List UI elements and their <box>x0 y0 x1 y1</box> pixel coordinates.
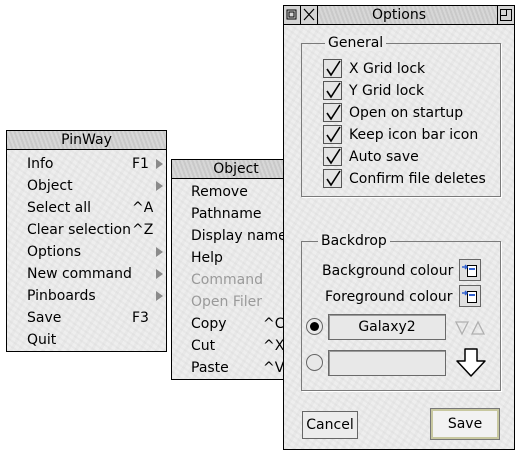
pinway-item-new-command[interactable]: New command <box>7 263 166 285</box>
close-icon[interactable] <box>301 6 318 24</box>
submenu-arrow-icon <box>156 247 163 257</box>
menu-item-label: Command <box>191 272 263 288</box>
pinway-menu: PinWay Info F1 Object Select all ^A Clear sel… <box>6 130 167 352</box>
backdrop-name-radio[interactable] <box>306 318 323 335</box>
general-heading: General <box>325 35 387 51</box>
option-label: Open on startup <box>349 105 464 121</box>
menu-item-label: Copy <box>191 316 227 332</box>
backdrop-name-field[interactable]: Galaxy2 <box>328 314 446 340</box>
pinway-item-select-all[interactable]: Select all ^A <box>7 197 166 219</box>
checkbox[interactable] <box>323 125 342 144</box>
menu-item-shortcut: ^X <box>263 338 285 354</box>
backdrop-heading: Backdrop <box>318 233 390 249</box>
backdrop-path-field[interactable] <box>328 350 446 376</box>
object-item-copy[interactable]: Copy ^C <box>172 313 300 335</box>
object-item-display-name[interactable]: Display name <box>172 225 300 247</box>
toggle-size-icon[interactable] <box>497 6 514 24</box>
menu-item-label: New command <box>27 266 132 282</box>
submenu-arrow-icon <box>156 269 163 279</box>
menu-item-label: Select all <box>27 200 91 216</box>
menu-item-label: Pinboards <box>27 288 96 304</box>
option-label: X Grid lock <box>349 61 426 77</box>
menu-item-label: Paste <box>191 360 229 376</box>
object-item-help[interactable]: Help <box>172 247 300 269</box>
menu-item-label: Display name <box>191 228 287 244</box>
menu-item-shortcut: ^V <box>263 360 285 376</box>
menu-item-label: Options <box>27 244 82 260</box>
menu-item-shortcut: F3 <box>132 310 149 326</box>
checkbox[interactable] <box>323 169 342 188</box>
object-item-cut[interactable]: Cut ^X <box>172 335 300 357</box>
save-button[interactable]: Save <box>430 408 500 440</box>
pinway-item-options[interactable]: Options <box>7 241 166 263</box>
menu-item-shortcut: ^C <box>263 316 285 332</box>
checkbox[interactable] <box>323 81 342 100</box>
background-colour-label: Background colour <box>322 263 454 279</box>
object-menu: Object Remove Pathname Display name Help Com… <box>171 159 301 380</box>
menu-item-shortcut: F1 <box>132 156 149 172</box>
object-item-remove[interactable]: Remove <box>172 181 300 203</box>
option-label: Keep icon bar icon <box>349 127 479 143</box>
submenu-arrow-icon <box>156 181 163 191</box>
menu-item-label: Open Filer <box>191 294 263 310</box>
submenu-arrow-icon <box>156 159 163 169</box>
options-title: Options <box>371 7 427 23</box>
menu-item-label: Info <box>27 156 54 172</box>
object-item-open-filer[interactable]: Open Filer <box>172 291 300 313</box>
menu-item-label: Pathname <box>191 206 262 222</box>
menu-item-label: Object <box>27 178 73 194</box>
menu-item-label: Quit <box>27 332 57 348</box>
pinway-item-quit[interactable]: Quit <box>7 329 166 351</box>
object-item-paste[interactable]: Paste ^V <box>172 357 300 379</box>
object-item-command[interactable]: Command <box>172 269 300 291</box>
colour-picker-icon[interactable] <box>459 285 481 307</box>
option-label: Confirm file deletes <box>349 171 486 187</box>
drop-arrow-icon[interactable] <box>453 347 489 379</box>
up-down-arrows-icon[interactable] <box>453 318 487 340</box>
radio-selected-dot <box>310 322 319 331</box>
menu-item-label: Clear selection <box>27 222 131 238</box>
pinway-item-clear-selection[interactable]: Clear selection ^Z <box>7 219 166 241</box>
object-menu-title: Object <box>172 160 300 179</box>
menu-item-shortcut: ^Z <box>132 222 154 238</box>
pinway-item-pinboards[interactable]: Pinboards <box>7 285 166 307</box>
options-title-bar[interactable]: Options <box>284 6 514 25</box>
submenu-arrow-icon <box>156 291 163 301</box>
option-label: Y Grid lock <box>349 83 425 99</box>
menu-item-shortcut: ^A <box>132 200 154 216</box>
cancel-button[interactable]: Cancel <box>302 411 358 439</box>
checkbox[interactable] <box>323 59 342 78</box>
foreground-colour-label: Foreground colour <box>325 289 453 305</box>
pinway-item-object[interactable]: Object <box>7 175 166 197</box>
checkbox[interactable] <box>323 147 342 166</box>
colour-picker-icon[interactable] <box>459 259 481 281</box>
backdrop-path-radio[interactable] <box>306 354 323 371</box>
menu-item-label: Save <box>27 310 62 326</box>
menu-item-label: Cut <box>191 338 216 354</box>
option-label: Auto save <box>349 149 419 165</box>
checkbox[interactable] <box>323 103 342 122</box>
menu-item-label: Remove <box>191 184 248 200</box>
pinway-menu-title: PinWay <box>7 131 166 150</box>
pinway-item-save[interactable]: Save F3 <box>7 307 166 329</box>
object-item-pathname[interactable]: Pathname <box>172 203 300 225</box>
menu-item-label: Help <box>191 250 223 266</box>
back-icon[interactable] <box>284 6 301 24</box>
pinway-item-info[interactable]: Info F1 <box>7 153 166 175</box>
